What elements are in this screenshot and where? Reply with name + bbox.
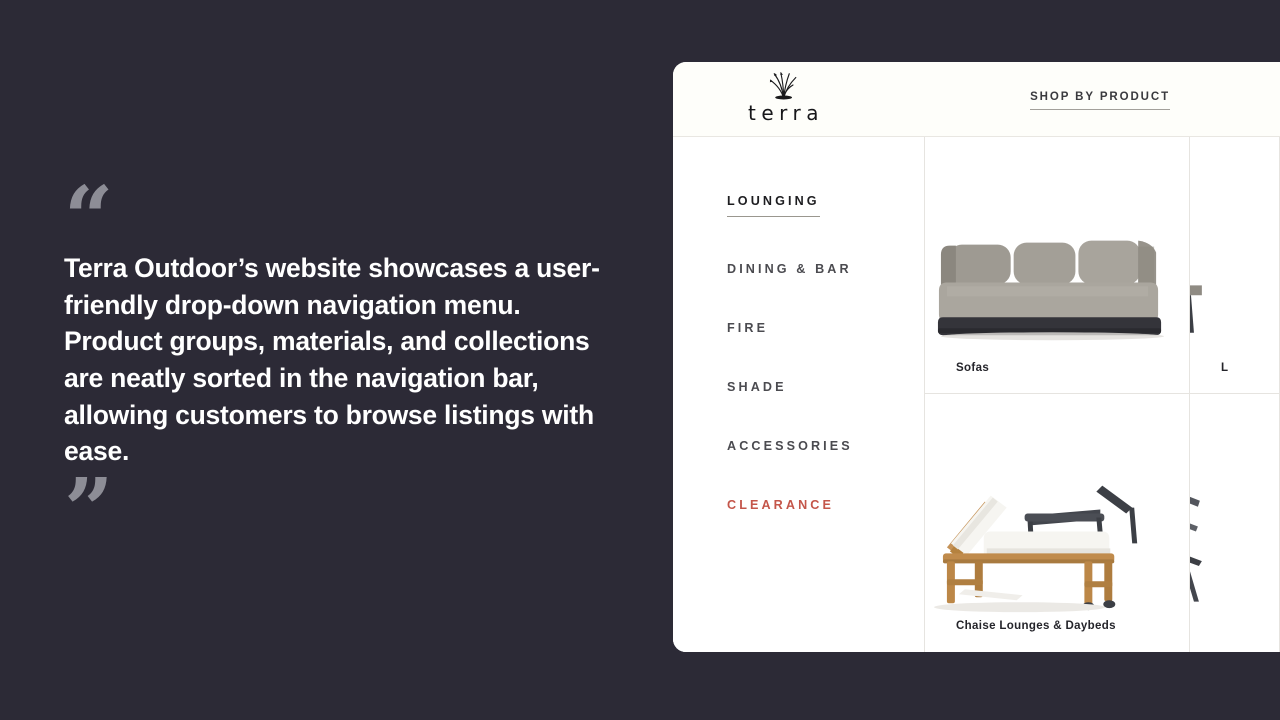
- nav-item-dining-bar[interactable]: DINING & BAR: [727, 262, 852, 276]
- teak-chaise-lounge-image: [925, 394, 1189, 651]
- product-card-column-2-partial: L: [1190, 137, 1280, 652]
- product-card-label: Sofas: [956, 362, 990, 374]
- nav-item-clearance[interactable]: CLEARANCE: [727, 498, 834, 512]
- grey-sofa-image: [925, 137, 1189, 393]
- product-card-sofas[interactable]: Sofas: [925, 137, 1189, 394]
- slide-canvas: “ Terra Outdoor’s website showcases a us…: [0, 0, 1280, 720]
- product-card-chaise-lounges-daybeds[interactable]: Chaise Lounges & Daybeds: [925, 394, 1189, 651]
- product-card-partial-top[interactable]: L: [1190, 137, 1279, 394]
- quote-close-icon: ”: [64, 460, 113, 562]
- shop-by-product-link[interactable]: SHOP BY PRODUCT: [1030, 91, 1170, 110]
- nav-item-accessories[interactable]: ACCESSORIES: [727, 439, 853, 453]
- product-cards-area: Sofas Chaise Lounges & Daybeds L: [925, 137, 1280, 652]
- quote-block: “ Terra Outdoor’s website showcases a us…: [64, 168, 634, 562]
- product-card-column-1: Sofas Chaise Lounges & Daybeds: [925, 137, 1190, 652]
- website-screenshot-panel: terra SHOP BY PRODUCT LOUNGING DINING & …: [673, 62, 1280, 652]
- nav-item-fire[interactable]: FIRE: [727, 321, 768, 335]
- mega-dropdown: LOUNGING DINING & BAR FIRE SHADE ACCESSO…: [673, 137, 1280, 652]
- category-nav-column: LOUNGING DINING & BAR FIRE SHADE ACCESSO…: [673, 137, 925, 652]
- product-card-label: Chaise Lounges & Daybeds: [956, 620, 1116, 632]
- logo-wordmark: terra: [748, 101, 824, 125]
- grass-tuft-icon: [770, 72, 797, 100]
- cut-off-product-bottom-image: [1190, 394, 1279, 649]
- nav-item-shade[interactable]: SHADE: [727, 380, 787, 394]
- quote-text: Terra Outdoor’s website showcases a user…: [64, 253, 600, 467]
- site-logo[interactable]: terra: [724, 70, 844, 123]
- site-header: terra SHOP BY PRODUCT: [673, 62, 1280, 137]
- product-card-partial-bottom[interactable]: [1190, 394, 1279, 651]
- product-card-label-partial: L: [1221, 362, 1229, 374]
- quote-open-icon: “: [64, 168, 113, 269]
- nav-item-lounging[interactable]: LOUNGING: [727, 194, 820, 217]
- cut-off-product-top-image: [1190, 137, 1279, 392]
